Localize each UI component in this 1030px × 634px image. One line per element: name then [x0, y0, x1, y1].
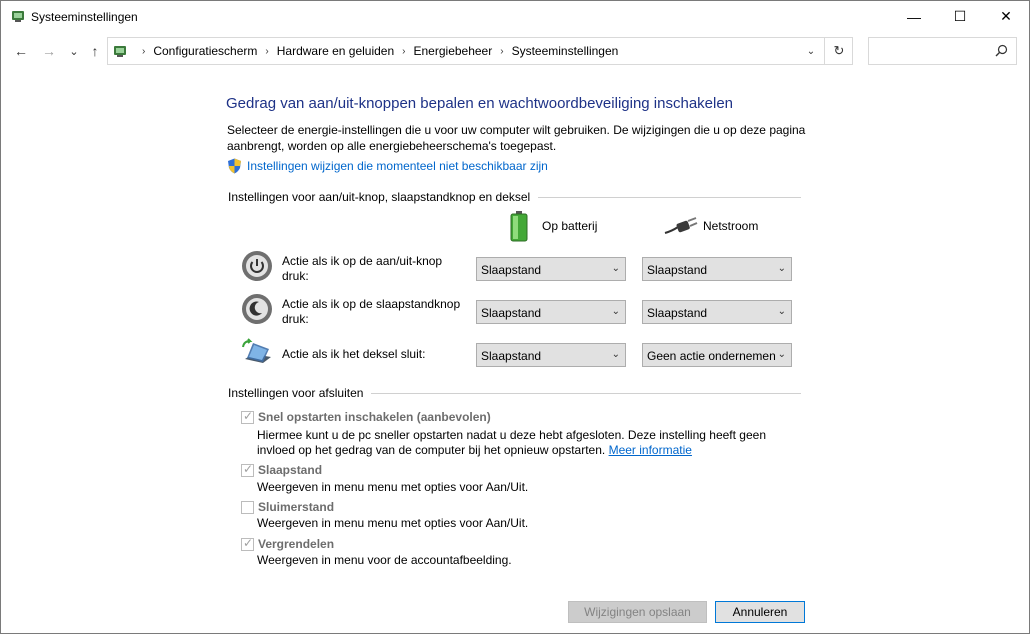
ac-column-label: Netstroom: [703, 219, 759, 233]
window-title: Systeeminstellingen: [31, 10, 138, 24]
hibernate-description: Weergeven in menu menu met opties voor A…: [257, 516, 529, 530]
sleep-button-label: Actie als ik op de slaapstandknop druk:: [282, 297, 461, 326]
chevron-down-icon: ⌄: [611, 306, 620, 317]
lock-checkbox-row[interactable]: ✓ Vergrendelen: [241, 535, 335, 551]
power-plug-icon: [664, 217, 698, 234]
breadcrumb-separator-icon: ›: [142, 45, 146, 57]
power-button-ac-select[interactable]: Slaapstand ⌄: [642, 257, 792, 281]
breadcrumb-separator-icon[interactable]: ›: [402, 46, 405, 57]
search-icon: [995, 44, 1008, 57]
address-box[interactable]: › Configuratiescherm › Hardware en gelui…: [107, 37, 853, 65]
select-value: Geen actie ondernemen: [647, 349, 776, 363]
search-input[interactable]: [868, 37, 1017, 65]
ac-column-header: Netstroom: [664, 217, 758, 235]
divider: [538, 196, 801, 198]
breadcrumb-separator-icon[interactable]: ›: [500, 46, 503, 57]
maximize-button[interactable]: ☐: [937, 1, 983, 32]
fast-startup-description: Hiermee kunt u de pc sneller opstarten n…: [257, 428, 807, 458]
select-value: Slaapstand: [647, 306, 708, 320]
lid-close-label: Actie als ik het deksel sluit:: [282, 347, 426, 361]
chevron-down-icon: ⌄: [777, 263, 786, 274]
sleep-label: Slaapstand: [258, 463, 323, 477]
chevron-down-icon: ⌄: [611, 349, 620, 360]
window: Systeeminstellingen — ☐ ✕ ← → ⌄ ↑ › Conf…: [0, 0, 1030, 634]
breadcrumb-item[interactable]: Systeeminstellingen: [512, 44, 619, 58]
sleep-button-icon: [242, 294, 272, 324]
breadcrumb-item[interactable]: Hardware en geluiden: [277, 44, 394, 58]
close-button[interactable]: ✕: [983, 1, 1029, 32]
chevron-down-icon: ⌄: [777, 306, 786, 317]
hibernate-checkbox-row[interactable]: Sluimerstand: [241, 500, 334, 514]
hibernate-label: Sluimerstand: [258, 500, 335, 514]
fast-startup-label: Snel opstarten inschakelen (aanbevolen): [258, 410, 491, 424]
uac-shield-icon: [228, 158, 241, 174]
intro-text: Selecteer de energie-instellingen die u …: [227, 123, 806, 153]
sleep-button-ac-select[interactable]: Slaapstand ⌄: [642, 300, 792, 324]
lid-close-ac-select[interactable]: Geen actie ondernemen ⌄: [642, 343, 792, 367]
power-button-icon: [242, 251, 272, 281]
up-button[interactable]: ↑: [85, 41, 105, 61]
power-buttons-group-title: Instellingen voor aan/uit-knop, slaapsta…: [228, 190, 801, 204]
breadcrumb-item[interactable]: Energiebeheer: [414, 44, 493, 58]
chevron-down-icon: ⌄: [777, 349, 786, 360]
chevron-down-icon: ⌄: [611, 263, 620, 274]
shutdown-group-label: Instellingen voor afsluiten: [228, 386, 364, 400]
admin-settings-link-text[interactable]: Instellingen wijzigen die momenteel niet…: [247, 159, 548, 173]
page-title: Gedrag van aan/uit-knoppen bepalen en wa…: [226, 95, 734, 112]
lock-label: Vergrendelen: [258, 537, 335, 551]
select-value: Slaapstand: [481, 263, 542, 277]
back-button[interactable]: ←: [11, 41, 31, 61]
fast-startup-checkbox[interactable]: ✓: [241, 408, 254, 424]
select-value: Slaapstand: [481, 349, 542, 363]
lock-checkbox[interactable]: ✓: [241, 535, 254, 551]
power-buttons-group-label: Instellingen voor aan/uit-knop, slaapsta…: [228, 190, 531, 204]
power-options-icon: [12, 11, 24, 22]
checkmark-icon: ✓: [243, 408, 254, 423]
battery-column-label: Op batterij: [542, 219, 598, 233]
breadcrumb: › Configuratiescherm › Hardware en gelui…: [134, 38, 618, 64]
address-dropdown-button[interactable]: ⌄: [798, 38, 824, 64]
checkmark-icon: ✓: [243, 535, 254, 550]
select-value: Slaapstand: [647, 263, 708, 277]
breadcrumb-separator-icon[interactable]: ›: [265, 46, 268, 57]
refresh-button[interactable]: ↻: [824, 38, 853, 64]
forward-button[interactable]: →: [39, 41, 59, 61]
hibernate-checkbox[interactable]: [241, 500, 254, 514]
shutdown-group-title: Instellingen voor afsluiten: [228, 386, 801, 400]
admin-settings-link[interactable]: Instellingen wijzigen die momenteel niet…: [227, 158, 548, 174]
laptop-lid-icon: [242, 338, 271, 363]
battery-column-header: Op batterij: [509, 210, 597, 242]
power-button-battery-select[interactable]: Slaapstand ⌄: [476, 257, 626, 281]
cancel-button[interactable]: Annuleren: [715, 601, 805, 623]
sleep-checkbox-row[interactable]: ✓ Slaapstand: [241, 461, 323, 477]
select-value: Slaapstand: [481, 306, 542, 320]
recent-locations-button[interactable]: ⌄: [64, 41, 84, 61]
fast-startup-checkbox-row[interactable]: ✓ Snel opstarten inschakelen (aanbevolen…: [241, 408, 491, 424]
title-bar: Systeeminstellingen — ☐ ✕: [1, 1, 1029, 32]
power-button-label: Actie als ik op de aan/uit-knop druk:: [282, 254, 443, 283]
main-content: Gedrag van aan/uit-knoppen bepalen en wa…: [1, 72, 1029, 592]
lid-close-battery-select[interactable]: Slaapstand ⌄: [476, 343, 626, 367]
control-panel-icon: [114, 46, 126, 57]
battery-icon: [510, 211, 528, 242]
lock-description: Weergeven in menu voor de accountafbeeld…: [257, 553, 512, 567]
breadcrumb-item[interactable]: Configuratiescherm: [153, 44, 257, 58]
sleep-checkbox[interactable]: ✓: [241, 461, 254, 477]
minimize-button[interactable]: —: [891, 1, 937, 32]
checkmark-icon: ✓: [243, 461, 254, 476]
sleep-description: Weergeven in menu menu met opties voor A…: [257, 480, 529, 494]
divider: [371, 392, 801, 394]
sleep-button-battery-select[interactable]: Slaapstand ⌄: [476, 300, 626, 324]
more-info-link[interactable]: Meer informatie: [609, 443, 692, 457]
save-changes-button[interactable]: Wijzigingen opslaan: [568, 601, 707, 623]
address-bar-area: ← → ⌄ ↑ › Configuratiescherm › Hardware …: [1, 32, 1029, 72]
